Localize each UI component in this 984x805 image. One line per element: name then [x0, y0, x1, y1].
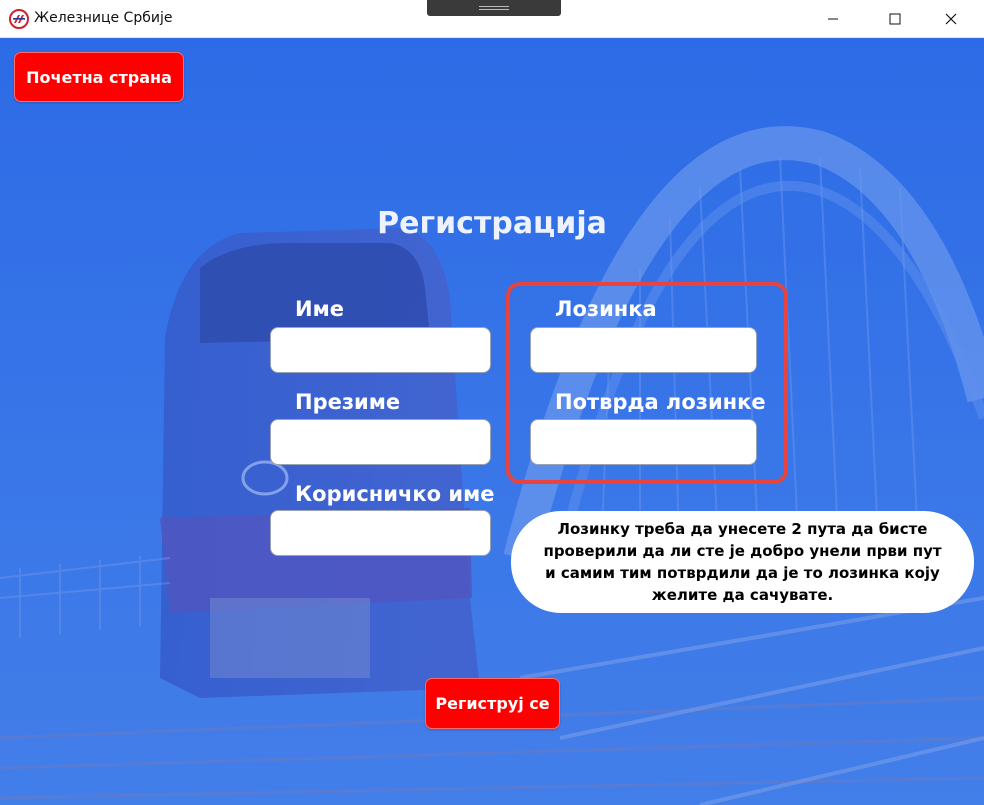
page-title: Регистрација: [377, 206, 607, 241]
close-button[interactable]: [928, 0, 974, 38]
password-input[interactable]: [530, 327, 757, 373]
maximize-icon: [889, 10, 901, 29]
main-content: Почетна страна Регистрација Име Презиме …: [0, 38, 984, 805]
confirm-password-label: Потврда лозинке: [555, 390, 766, 414]
minimize-icon: [827, 10, 839, 29]
minimize-button[interactable]: [810, 0, 856, 38]
drag-handle[interactable]: [427, 0, 561, 16]
zs-logo-icon: [9, 9, 29, 29]
window-titlebar: Железнице Србије: [0, 0, 984, 38]
password-hint-text: Лозинку треба да унесете 2 пута да бисте…: [543, 520, 942, 604]
close-icon: [945, 10, 957, 29]
home-button[interactable]: Почетна страна: [14, 52, 184, 102]
confirm-password-input[interactable]: [530, 419, 757, 465]
register-button[interactable]: Региструј се: [425, 678, 560, 729]
first-name-input[interactable]: [270, 327, 491, 373]
last-name-label: Презиме: [295, 390, 401, 414]
last-name-input[interactable]: [270, 419, 491, 465]
password-label: Лозинка: [555, 297, 657, 321]
maximize-button[interactable]: [872, 0, 918, 38]
password-hint-tooltip: Лозинку треба да унесете 2 пута да бисте…: [511, 511, 974, 613]
window-title: Железнице Србије: [34, 10, 173, 26]
username-label: Корисничко име: [295, 482, 495, 506]
username-input[interactable]: [270, 510, 491, 556]
first-name-label: Име: [295, 297, 344, 321]
